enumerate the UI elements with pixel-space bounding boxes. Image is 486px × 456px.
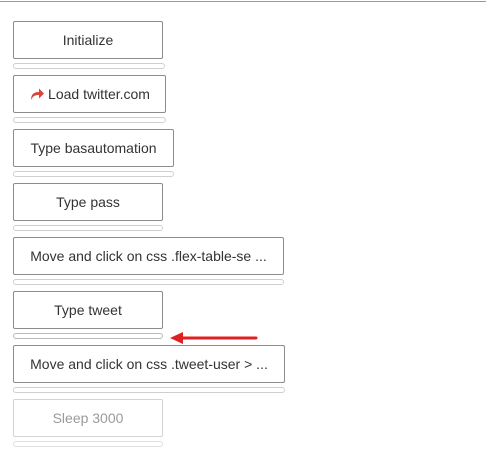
click-tweet-user-button[interactable]: Move and click on css .tweet-user > ... xyxy=(13,345,285,383)
step-label: Move and click on css .tweet-user > ... xyxy=(30,356,268,372)
progress-bar xyxy=(13,387,285,393)
progress-bar xyxy=(13,441,163,447)
step-click-flex-table: Move and click on css .flex-table-se ... xyxy=(13,237,284,285)
load-url-button[interactable]: Load twitter.com xyxy=(13,75,166,113)
type-username-button[interactable]: Type basautomation xyxy=(13,129,174,167)
top-divider xyxy=(0,1,486,2)
step-label: Load twitter.com xyxy=(48,86,150,102)
arrow-left-icon xyxy=(170,332,258,344)
step-label: Move and click on css .flex-table-se ... xyxy=(30,248,267,264)
share-arrow-icon xyxy=(31,88,45,100)
step-click-tweet-user: Move and click on css .tweet-user > ... xyxy=(13,345,285,393)
initialize-button[interactable]: Initialize xyxy=(13,21,163,59)
click-flex-table-button[interactable]: Move and click on css .flex-table-se ... xyxy=(13,237,284,275)
type-tweet-button[interactable]: Type tweet xyxy=(13,291,163,329)
step-label: Sleep 3000 xyxy=(52,410,124,426)
step-type-tweet: Type tweet xyxy=(13,291,163,339)
step-label: Type basautomation xyxy=(30,140,157,156)
progress-bar xyxy=(13,171,174,177)
progress-bar xyxy=(13,117,166,123)
step-load-url: Load twitter.com xyxy=(13,75,166,123)
step-label: Initialize xyxy=(62,32,114,48)
step-label: Type tweet xyxy=(54,302,122,318)
progress-bar xyxy=(13,225,163,231)
step-initialize: Initialize xyxy=(13,21,165,69)
progress-bar xyxy=(13,279,284,285)
step-type-username: Type basautomation xyxy=(13,129,174,177)
sleep-button[interactable]: Sleep 3000 xyxy=(13,399,163,437)
step-label: Type pass xyxy=(56,194,120,210)
step-sleep: Sleep 3000 xyxy=(13,399,163,447)
type-pass-button[interactable]: Type pass xyxy=(13,183,163,221)
step-type-pass: Type pass xyxy=(13,183,163,231)
progress-bar xyxy=(13,63,165,69)
progress-bar xyxy=(13,333,163,339)
